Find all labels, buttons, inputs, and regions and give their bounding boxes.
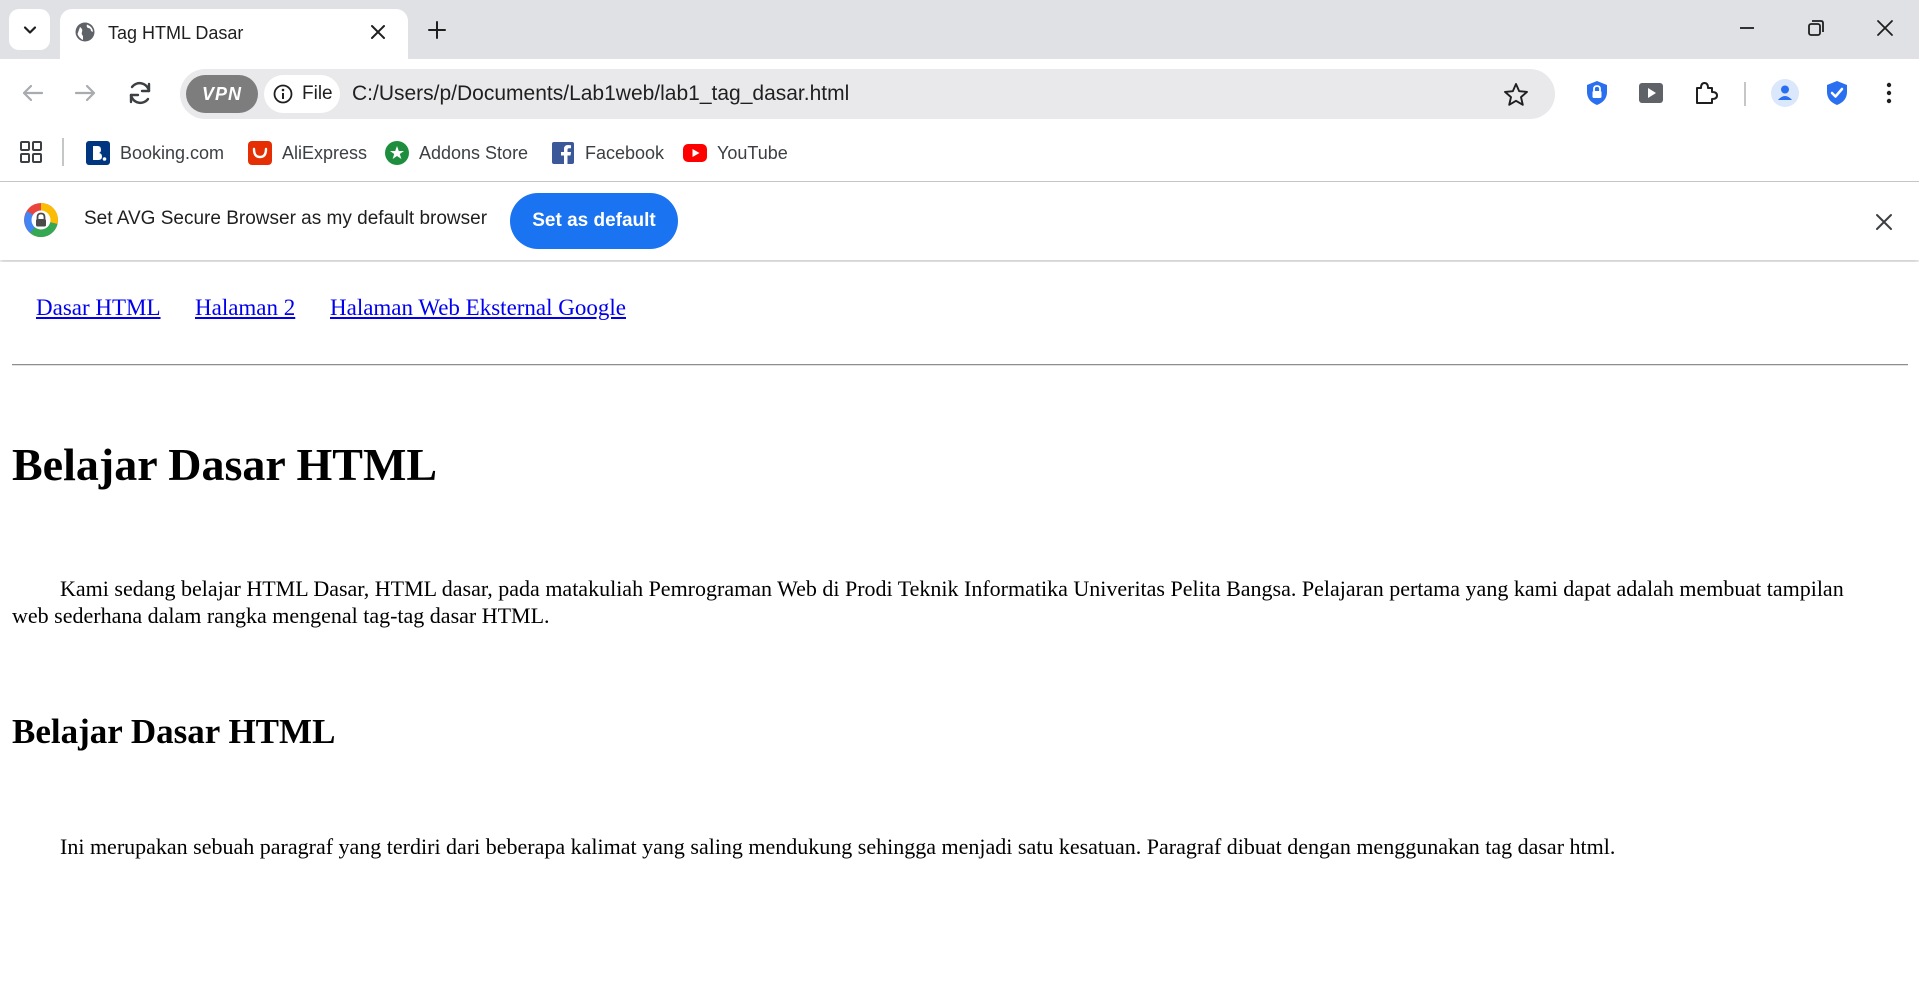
bookmark-label: Addons Store [419,142,529,163]
intro-paragraph: Kami sedang belajar HTML Dasar, HTML das… [12,576,1844,628]
bookmark-label: YouTube [717,142,788,163]
apps-grid-icon[interactable] [18,139,44,165]
section-heading: Belajar Dasar HTML [12,712,336,751]
bookmark-youtube[interactable]: YouTube [683,138,788,168]
vpn-label: VPN [201,83,242,104]
facebook-icon [552,142,574,165]
bookmark-label: Booking.com [120,142,225,163]
security-shield-icon[interactable] [1822,78,1852,108]
toolbar: VPN File C:/Users/p/Documents/Lab1web/la… [0,59,1919,129]
horizontal-rule [12,364,1908,366]
toolbar-divider [1744,82,1746,106]
nav-link-dasar-html[interactable]: Dasar HTML [36,295,161,321]
password-shield-icon[interactable] [1582,78,1612,108]
chevron-down-icon [23,25,36,34]
url-text[interactable]: C:/Users/p/Documents/Lab1web/lab1_tag_da… [352,82,849,106]
close-infobar-icon[interactable] [1872,210,1896,234]
extensions-puzzle-icon[interactable] [1690,78,1720,108]
avg-browser-logo-icon [24,203,58,238]
default-browser-infobar: Set AVG Secure Browser as my default bro… [0,182,1919,260]
back-icon[interactable] [16,77,48,109]
bookmark-star-icon[interactable] [1502,81,1530,109]
bookmark-facebook[interactable]: Facebook [551,138,664,168]
page-viewport: Dasar HTML Halaman 2 Halaman Web Ekstern… [0,262,1919,1001]
aliexpress-icon [248,141,272,165]
page-heading: Belajar Dasar HTML [12,439,438,490]
bookmark-label: Facebook [585,142,665,163]
restore-icon[interactable] [1803,15,1829,41]
globe-icon [75,22,95,42]
set-as-default-button[interactable]: Set as default [510,193,678,249]
new-tab-icon[interactable] [424,17,450,43]
forward-icon[interactable] [70,77,102,109]
scheme-label: File [302,83,333,104]
video-extension-icon[interactable] [1636,78,1666,108]
site-info-button[interactable]: File [264,75,340,113]
tab-title: Tag HTML Dasar [108,23,244,43]
bookmark-addons-store[interactable]: Addons Store [385,138,528,168]
bookmark-booking[interactable]: Booking.com [86,138,224,168]
title-bar: Tag HTML Dasar [0,0,1919,59]
youtube-icon [683,144,707,162]
nav-link-google-eksternal[interactable]: Halaman Web Eksternal Google [330,295,626,321]
profile-avatar-icon[interactable] [1770,78,1800,108]
booking-icon [86,141,110,165]
section-paragraph: Ini merupakan sebuah paragraf yang terdi… [60,834,1616,859]
more-menu-icon[interactable] [1874,78,1904,108]
vpn-button[interactable]: VPN [186,75,258,113]
bookmarks-divider [62,138,64,166]
addons-store-icon [385,141,409,165]
bookmark-label: AliExpress [282,142,368,163]
reload-icon[interactable] [124,77,156,109]
bookmark-aliexpress[interactable]: AliExpress [248,138,367,168]
nav-link-halaman-2[interactable]: Halaman 2 [195,295,295,321]
tab-search-button[interactable] [9,9,50,50]
infobar-message: Set AVG Secure Browser as my default bro… [84,208,488,229]
minimize-icon[interactable] [1734,15,1760,41]
active-tab[interactable]: Tag HTML Dasar [60,9,408,59]
close-tab-icon[interactable] [366,20,390,44]
address-bar[interactable]: VPN File C:/Users/p/Documents/Lab1web/la… [180,69,1555,119]
bookmarks-bar: Booking.com AliExpress Addons Store Face… [0,129,1919,182]
close-window-icon[interactable] [1872,15,1898,41]
info-icon [273,84,293,104]
